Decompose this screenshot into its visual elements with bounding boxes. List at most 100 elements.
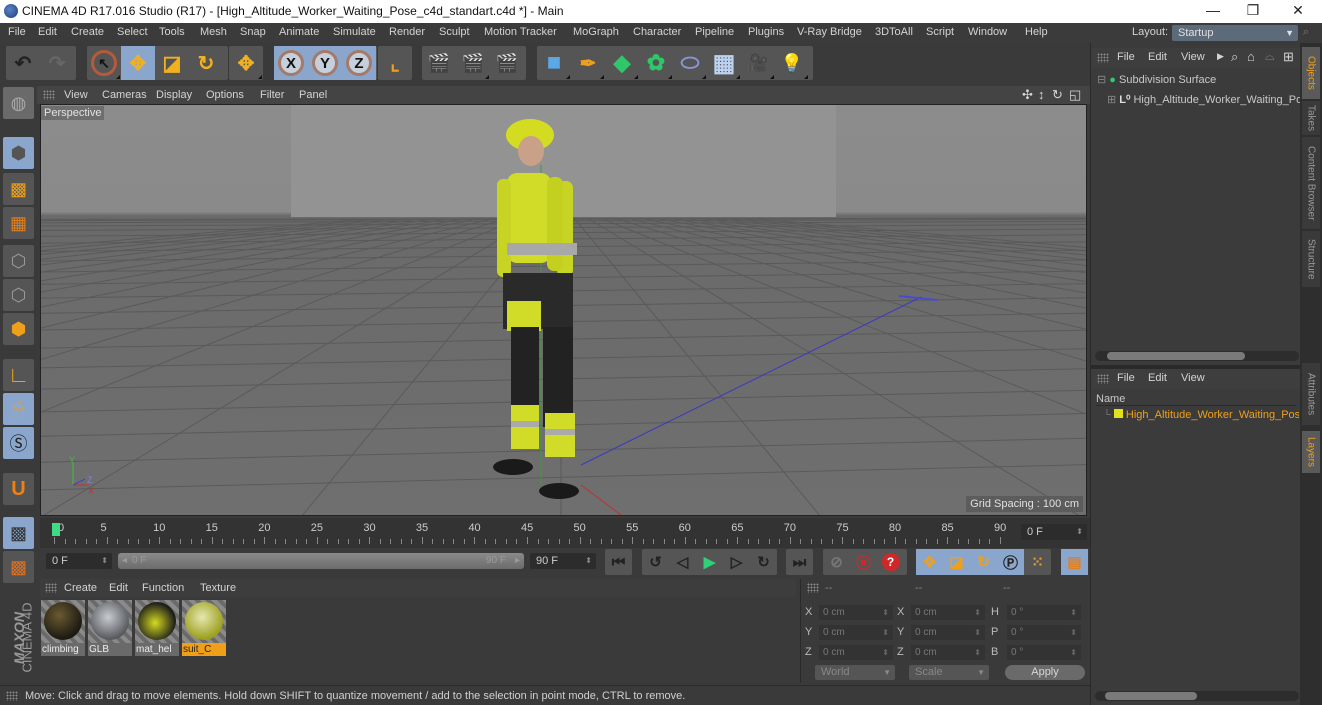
undo-button[interactable]: ↶ (6, 46, 40, 80)
end-frame-field[interactable]: 90 F ⬍ (530, 553, 596, 569)
workplane-lock-button[interactable]: ▩ (3, 517, 34, 549)
layers-menu-file[interactable]: File (1117, 372, 1135, 384)
render-picture-viewer-button[interactable]: 🎬 (456, 46, 490, 80)
coord-field[interactable]: 0 cm ⬍ (911, 645, 985, 660)
start-frame-field[interactable]: 0 F ⬍ (46, 553, 112, 569)
tab-content-browser[interactable]: Content Browser (1302, 137, 1320, 229)
go-to-end-button[interactable]: ⏭ (786, 549, 813, 575)
coord-field[interactable]: 0 cm ⬍ (911, 625, 985, 640)
solo-button[interactable]: Ⓢ (3, 427, 34, 459)
restore-button[interactable]: ❐ (1238, 2, 1268, 19)
texture-mode-button[interactable]: ▩ (3, 173, 34, 205)
go-to-start-button[interactable]: ⏮ (605, 549, 632, 575)
edges-mode-button[interactable]: ⬡ (3, 279, 34, 311)
recent-tool-button[interactable]: ✥ (229, 46, 263, 80)
viewport-menu-options[interactable]: Options (206, 89, 244, 101)
menu-snap[interactable]: Snap (240, 26, 266, 38)
scale-key-button[interactable]: ◪ (943, 549, 970, 575)
material-menu-function[interactable]: Function (142, 582, 184, 594)
layers-column-header[interactable]: Name (1096, 393, 1296, 406)
minimize-button[interactable]: — (1198, 2, 1228, 18)
y-axis-button[interactable]: Y (308, 46, 342, 80)
panel-grip-icon[interactable] (45, 583, 57, 593)
menu-file[interactable]: File (8, 26, 26, 38)
cloner-button[interactable]: ✿ (639, 46, 673, 80)
viewport-menu-view[interactable]: View (64, 89, 88, 101)
panel-grip-icon[interactable] (43, 90, 55, 100)
redo-button[interactable]: ↷ (40, 46, 74, 80)
scrollbar-thumb[interactable] (1107, 352, 1245, 360)
camera-button[interactable]: 🎥 (741, 46, 775, 80)
expand-icon[interactable]: ⊞ (1107, 94, 1116, 106)
layers-menu-edit[interactable]: Edit (1148, 372, 1167, 384)
autokey-button[interactable]: ⦿ (850, 549, 877, 575)
3d-viewport[interactable]: Y Z X Grid Spacing : 100 cm (40, 104, 1087, 516)
rotate-view-icon[interactable]: ↻ (1052, 87, 1063, 103)
menu-vray-bridge[interactable]: V-Ray Bridge (797, 26, 862, 38)
menu-create[interactable]: Create (71, 26, 104, 38)
menu-motion-tracker[interactable]: Motion Tracker (484, 26, 557, 38)
viewport-menu-panel[interactable]: Panel (299, 89, 327, 101)
viewport-menu-filter[interactable]: Filter (260, 89, 284, 101)
make-editable-button[interactable]: ◍ (3, 87, 34, 119)
light-button[interactable]: 💡 (775, 46, 809, 80)
material-item[interactable]: suit_C (182, 600, 226, 656)
apply-button[interactable]: Apply (1005, 665, 1085, 680)
position-key-button[interactable]: ✥ (916, 549, 943, 575)
coord-field[interactable]: 0 cm ⬍ (819, 645, 893, 660)
search-icon[interactable]: ⌕ (1303, 26, 1309, 39)
coord-field[interactable]: 0 ° ⬍ (1007, 605, 1081, 620)
object-tree-item[interactable]: ⊞ L⁰ High_Altitude_Worker_Waiting_Pose (1107, 93, 1301, 106)
snap-button[interactable]: U (3, 473, 34, 505)
next-frame-button[interactable]: ▷ (723, 549, 750, 575)
tab-structure[interactable]: Structure (1302, 231, 1320, 287)
tab-takes[interactable]: Takes (1302, 101, 1320, 135)
panel-grip-icon[interactable] (1097, 53, 1109, 63)
x-axis-button[interactable]: X (274, 46, 308, 80)
coord-field[interactable]: 0 cm ⬍ (911, 605, 985, 620)
menu-pipeline[interactable]: Pipeline (695, 26, 734, 38)
scale-button[interactable]: ◪ (155, 46, 189, 80)
camera-label[interactable]: Perspective (41, 106, 105, 120)
object-tree-item[interactable]: ⊟ ● Subdivision Surface (1097, 73, 1216, 86)
subdivision-surface-button[interactable]: ◆ (605, 46, 639, 80)
menu-sculpt[interactable]: Sculpt (439, 26, 470, 38)
material-menu-texture[interactable]: Texture (200, 582, 236, 594)
timeline-ruler[interactable]: 0 5 10 15 20 25 30 35 40 45 50 55 60 65 70 75 80 85 90 (40, 518, 1090, 548)
keyframe-selection-icon[interactable]: ? (881, 553, 900, 571)
dolly-icon[interactable]: ↕ (1038, 87, 1045, 102)
range-left-arrow-icon[interactable]: ◂ (122, 553, 127, 569)
deformer-button[interactable]: ⬭ (673, 46, 707, 80)
previous-key-button[interactable]: ↺ (642, 549, 669, 575)
current-frame-field[interactable]: 0 F ⬍ (1021, 524, 1087, 540)
menu-plugins[interactable]: Plugins (748, 26, 784, 38)
search-icon[interactable]: ⌕ (1231, 49, 1238, 65)
previous-frame-button[interactable]: ◁ (669, 549, 696, 575)
coord-field[interactable]: 0 ° ⬍ (1007, 625, 1081, 640)
objects-horizontal-scrollbar[interactable] (1095, 351, 1299, 361)
menu-animate[interactable]: Animate (279, 26, 319, 38)
coordinate-system-button[interactable]: ⌞ (378, 46, 412, 80)
workplane-axis-button[interactable]: ▩ (3, 551, 34, 583)
layer-item[interactable]: └ High_Altitude_Worker_Waiting_Pose (1103, 409, 1299, 421)
next-key-button[interactable]: ↻ (750, 549, 777, 575)
menu-simulate[interactable]: Simulate (333, 26, 376, 38)
material-item[interactable]: mat_hel (135, 600, 179, 656)
polygons-mode-button[interactable]: ⬢ (3, 313, 34, 345)
menu-edit[interactable]: Edit (38, 26, 57, 38)
axis-mode-button[interactable]: ∟ (3, 359, 34, 391)
workplane-mode-button[interactable]: ▦ (3, 207, 34, 239)
objects-menu-edit[interactable]: Edit (1148, 51, 1167, 63)
timeline-playhead[interactable] (52, 523, 60, 536)
timeline-scale[interactable]: 0 5 10 15 20 25 30 35 40 45 50 55 60 65 70 75 80 85 90 (48, 521, 1013, 547)
menu-mograph[interactable]: MoGraph (573, 26, 619, 38)
material-menu-create[interactable]: Create (64, 582, 97, 594)
layers-menu-view[interactable]: View (1181, 372, 1205, 384)
coordinate-space-dropdown[interactable]: World ▼ (815, 665, 895, 680)
range-right-arrow-icon[interactable]: ▸ (515, 553, 520, 569)
menu-help[interactable]: Help (1025, 26, 1048, 38)
panel-grip-icon[interactable] (1097, 374, 1109, 384)
objects-menu-view[interactable]: View (1181, 51, 1205, 63)
menu-character[interactable]: Character (633, 26, 681, 38)
frame-range-slider[interactable]: ◂ 0 F 90 F ▸ (118, 553, 524, 569)
